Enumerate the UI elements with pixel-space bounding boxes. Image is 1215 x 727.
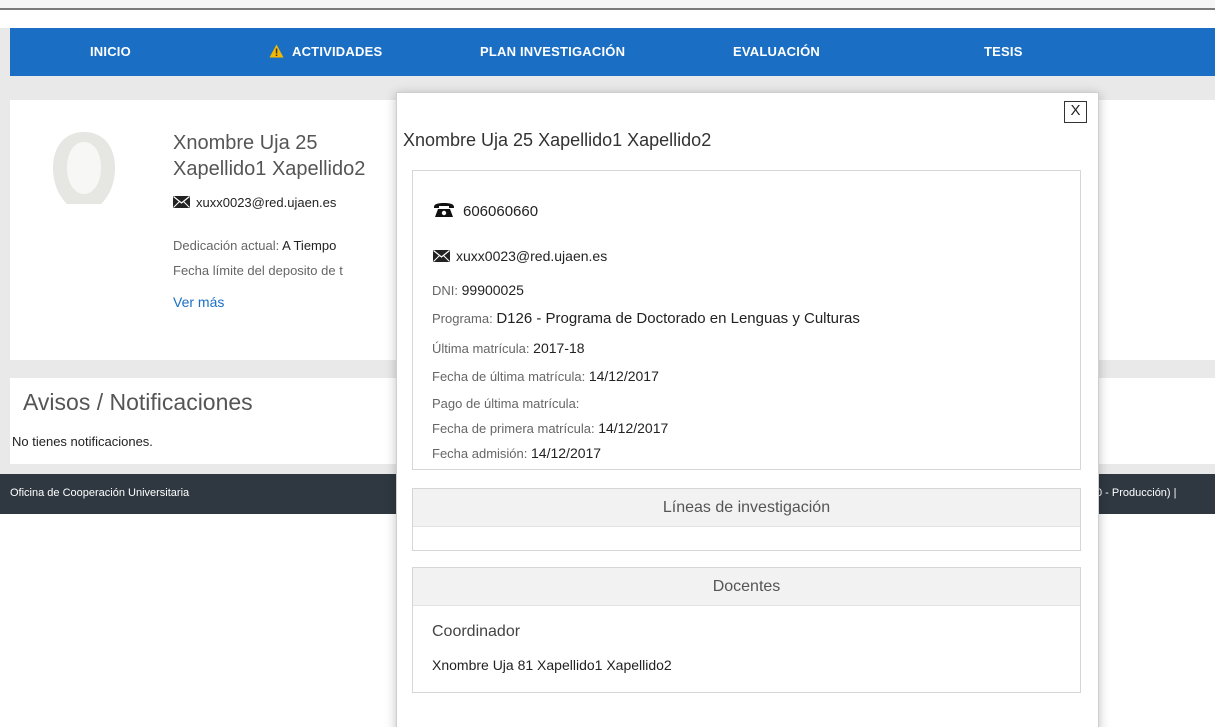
info-pago-ultima-matricula: Pago de última matrícula: <box>432 395 579 411</box>
info-label: DNI: <box>432 283 458 298</box>
mail-icon <box>433 249 450 262</box>
nav-item-tesis[interactable]: TESIS <box>984 28 1023 76</box>
info-ultima-matricula: Última matrícula: 2017-18 <box>432 340 585 356</box>
teachers-header: Docentes <box>413 568 1080 606</box>
modal-title: Xnombre Uja 25 Xapellido1 Xapellido2 <box>403 130 712 150</box>
nav-item-label: INICIO <box>90 44 131 59</box>
info-value: 99900025 <box>461 282 524 298</box>
profile-name: Xnombre Uja 25 Xapellido1 Xapellido2 <box>173 132 366 180</box>
nav-item-plan-investigacion[interactable]: PLAN INVESTIGACIÓN <box>480 28 625 76</box>
info-fecha-admision: Fecha admisión: 14/12/2017 <box>432 445 601 461</box>
profile-dedication: Dedicación actual: A Tiempo <box>173 238 336 253</box>
info-label: Pago de última matrícula: <box>432 396 580 411</box>
teacher-role: Coordinador <box>432 623 521 640</box>
notifications-empty-text: No tienes notificaciones. <box>12 434 153 449</box>
info-value: 14/12/2017 <box>531 445 602 461</box>
info-programa: Programa: D126 - Programa de Doctorado e… <box>432 310 860 327</box>
top-strip <box>0 0 1215 10</box>
info-dni: DNI: 99900025 <box>432 282 524 298</box>
info-value: D126 - Programa de Doctorado en Lenguas … <box>496 310 860 327</box>
modal-email-row: xuxx0023@red.ujaen.es <box>433 248 607 264</box>
phone-icon <box>433 202 455 218</box>
nav-item-label: TESIS <box>984 44 1023 59</box>
nav-item-actividades[interactable]: ACTIVIDADES <box>269 28 382 76</box>
info-fecha-ultima-matricula: Fecha de última matrícula: 14/12/2017 <box>432 368 659 384</box>
info-label: Última matrícula: <box>432 341 530 356</box>
info-label: Fecha admisión: <box>432 446 528 461</box>
footer-left-text: Oficina de Cooperación Universitaria <box>10 487 190 499</box>
info-label: Fecha de última matrícula: <box>432 369 586 384</box>
modal-email: xuxx0023@red.ujaen.es <box>456 248 608 264</box>
profile-email: xuxx0023@red.ujaen.es <box>173 195 336 210</box>
info-value: 14/12/2017 <box>588 368 659 384</box>
mail-icon <box>173 196 190 208</box>
research-lines-box: Líneas de investigación <box>412 488 1081 551</box>
info-fecha-primera-matricula: Fecha de primera matrícula: 14/12/2017 <box>432 420 668 436</box>
dedication-value: A Tiempo <box>282 238 337 253</box>
notifications-title: Avisos / Notificaciones <box>23 389 253 415</box>
research-lines-header: Líneas de investigación <box>413 489 1080 527</box>
nav-item-label: PLAN INVESTIGACIÓN <box>480 44 626 59</box>
nav-item-evaluacion[interactable]: EVALUACIÓN <box>733 28 820 76</box>
dedication-label: Dedicación actual: <box>173 238 280 253</box>
main-navbar: INICIO ACTIVIDADES PLAN INVESTIGACIÓN EV… <box>10 28 1215 76</box>
teacher-name: Xnombre Uja 81 Xapellido1 Xapellido2 <box>432 657 672 673</box>
avatar-icon <box>47 130 121 208</box>
info-value: 2017-18 <box>533 340 585 356</box>
phone-number: 606060660 <box>463 203 539 220</box>
nav-item-inicio[interactable]: INICIO <box>90 28 131 76</box>
see-more-link[interactable]: Ver más <box>173 294 224 310</box>
info-label: Programa: <box>432 311 493 326</box>
nav-item-label: EVALUACIÓN <box>733 44 820 59</box>
close-icon[interactable]: X <box>1064 101 1087 123</box>
info-label: Fecha de primera matrícula: <box>432 421 595 436</box>
page: INICIO ACTIVIDADES PLAN INVESTIGACIÓN EV… <box>0 0 1215 727</box>
profile-deadline: Fecha límite del deposito de t <box>173 263 343 278</box>
info-value: 14/12/2017 <box>598 420 669 436</box>
nav-item-label: ACTIVIDADES <box>292 44 383 59</box>
phone-row: 606060660 <box>433 202 538 220</box>
footer-right-text: 0 - Producción) | <box>1096 487 1177 499</box>
profile-email-text: xuxx0023@red.ujaen.es <box>196 195 337 210</box>
warning-icon <box>269 30 284 58</box>
